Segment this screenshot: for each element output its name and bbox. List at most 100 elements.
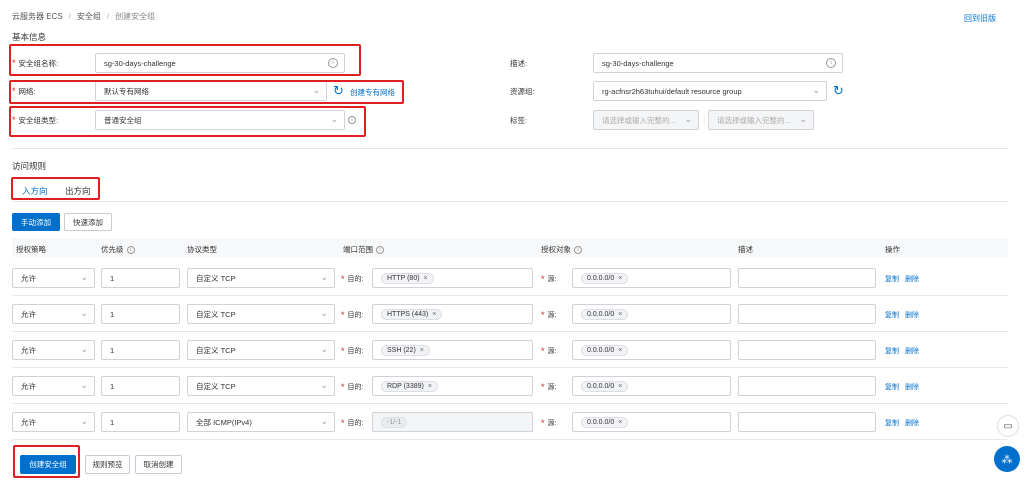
port-range-input[interactable]: SSH (22) ×	[372, 340, 533, 360]
protocol-select[interactable]: 自定义 TCP ⌄	[187, 268, 335, 288]
port-tag: HTTPS (443) ×	[381, 308, 443, 320]
destination-label: * 目的:	[341, 310, 364, 320]
description-input[interactable]: sg-30-days-challenge i	[593, 53, 843, 73]
protocol-select[interactable]: 自定义 TCP ⌄	[187, 376, 335, 396]
required-mark: *	[341, 310, 345, 320]
copy-rule-link[interactable]: 复制	[885, 382, 899, 392]
policy-select[interactable]: 允许 ⌄	[12, 376, 95, 396]
description-input[interactable]	[738, 304, 876, 324]
copy-rule-link[interactable]: 复制	[885, 310, 899, 320]
quick-add-button[interactable]: 快速添加	[64, 213, 112, 231]
protocol-select[interactable]: 自定义 TCP ⌄	[187, 304, 335, 324]
tag-label: 标签:	[510, 115, 528, 125]
remove-icon[interactable]: ×	[618, 311, 622, 318]
chat-icon[interactable]: ▭	[997, 415, 1019, 437]
rules-preview-button[interactable]: 规则预览	[85, 455, 130, 474]
source-input[interactable]: 0.0.0.0/0 ×	[572, 304, 731, 324]
highlight-box	[11, 177, 100, 200]
required-mark: *	[341, 382, 345, 392]
description-input[interactable]	[738, 412, 876, 432]
required-mark: *	[341, 418, 345, 428]
policy-select[interactable]: 允许 ⌄	[12, 412, 95, 432]
chevron-down-icon: ⌄	[80, 272, 88, 282]
policy-select[interactable]: 允许 ⌄	[12, 304, 95, 324]
policy-select[interactable]: 允许 ⌄	[12, 340, 95, 360]
destination-label: * 目的:	[341, 418, 364, 428]
copy-rule-link[interactable]: 复制	[885, 274, 899, 284]
remove-icon[interactable]: ×	[618, 347, 622, 354]
chevron-down-icon: ⌄	[320, 344, 328, 354]
required-mark: *	[541, 418, 545, 428]
protocol-select[interactable]: 全部 ICMP(IPv4) ⌄	[187, 412, 335, 432]
remove-icon[interactable]: ×	[420, 347, 424, 354]
description-input[interactable]	[738, 268, 876, 288]
delete-rule-link[interactable]: 删除	[905, 274, 919, 284]
chevron-down-icon: ⌄	[80, 344, 88, 354]
source-tag: 0.0.0.0/0 ×	[581, 272, 629, 284]
chevron-down-icon: ⌄	[320, 272, 328, 282]
source-input[interactable]: 0.0.0.0/0 ×	[572, 340, 731, 360]
description-input[interactable]	[738, 376, 876, 396]
breadcrumb-item-current: 创建安全组	[115, 12, 156, 21]
description-input[interactable]	[738, 340, 876, 360]
destination-label: * 目的:	[341, 382, 364, 392]
tag-value-select[interactable]: 请选择或输入完整的... ⌄	[708, 110, 814, 130]
policy-select[interactable]: 允许 ⌄	[12, 268, 95, 288]
back-to-old-version-link[interactable]: 回到旧版	[964, 13, 996, 24]
remove-icon[interactable]: ×	[618, 383, 622, 390]
manual-add-button[interactable]: 手动添加	[12, 213, 60, 231]
column-header-priority: 优先级 i	[101, 244, 135, 255]
delete-rule-link[interactable]: 删除	[905, 310, 919, 320]
chevron-down-icon: ⌄	[320, 380, 328, 390]
column-header-description: 描述	[738, 245, 753, 254]
remove-icon[interactable]: ×	[428, 383, 432, 390]
protocol-select[interactable]: 自定义 TCP ⌄	[187, 340, 335, 360]
port-range-input[interactable]: -1/-1	[372, 412, 533, 432]
breadcrumb: 云服务器 ECS / 安全组 / 创建安全组	[12, 11, 155, 22]
remove-icon[interactable]: ×	[432, 311, 436, 318]
highlight-box	[13, 445, 80, 478]
copy-rule-link[interactable]: 复制	[885, 418, 899, 428]
tag-separator: :	[703, 115, 706, 124]
destination-label: * 目的:	[341, 346, 364, 356]
source-tag: 0.0.0.0/0 ×	[581, 416, 629, 428]
remove-icon[interactable]: ×	[618, 419, 622, 426]
copy-rule-link[interactable]: 复制	[885, 346, 899, 356]
remove-icon[interactable]: ×	[424, 275, 428, 282]
priority-input[interactable]: 1	[101, 376, 180, 396]
highlight-box	[9, 44, 361, 76]
priority-input[interactable]: 1	[101, 340, 180, 360]
port-range-input[interactable]: HTTPS (443) ×	[372, 304, 533, 324]
source-label: * 源:	[541, 346, 557, 356]
cancel-create-button[interactable]: 取消创建	[135, 455, 182, 474]
row-divider	[12, 367, 1008, 368]
breadcrumb-item-ecs[interactable]: 云服务器 ECS	[12, 11, 63, 22]
column-header-port-range: 端口范围 i	[343, 244, 384, 255]
column-header-actions: 操作	[885, 245, 900, 254]
port-range-input[interactable]: HTTP (80) ×	[372, 268, 533, 288]
source-input[interactable]: 0.0.0.0/0 ×	[572, 376, 731, 396]
chevron-down-icon: ⌄	[80, 380, 88, 390]
delete-rule-link[interactable]: 删除	[905, 346, 919, 356]
port-range-input[interactable]: RDP (3389) ×	[372, 376, 533, 396]
tag-key-select[interactable]: 请选择或输入完整的... ⌄	[593, 110, 699, 130]
source-input[interactable]: 0.0.0.0/0 ×	[572, 412, 731, 432]
chevron-down-icon: ⌄	[799, 114, 807, 124]
port-tag: RDP (3389) ×	[381, 380, 438, 392]
priority-input[interactable]: 1	[101, 304, 180, 324]
source-input[interactable]: 0.0.0.0/0 ×	[572, 268, 731, 288]
priority-input[interactable]: 1	[101, 412, 180, 432]
apps-icon[interactable]: ⁂	[994, 446, 1020, 472]
source-tag: 0.0.0.0/0 ×	[581, 344, 629, 356]
remove-icon[interactable]: ×	[618, 275, 622, 282]
priority-input[interactable]: 1	[101, 268, 180, 288]
source-tag: 0.0.0.0/0 ×	[581, 380, 629, 392]
delete-rule-link[interactable]: 删除	[905, 418, 919, 428]
row-divider	[12, 331, 1008, 332]
breadcrumb-separator: /	[68, 12, 71, 21]
breadcrumb-item-security-group[interactable]: 安全组	[77, 11, 101, 22]
resource-group-select[interactable]: rg-acfnsr2h63tuhui/default resource grou…	[593, 81, 827, 101]
refresh-icon[interactable]: ↻	[833, 83, 844, 99]
chevron-down-icon: ⌄	[320, 416, 328, 426]
delete-rule-link[interactable]: 删除	[905, 382, 919, 392]
